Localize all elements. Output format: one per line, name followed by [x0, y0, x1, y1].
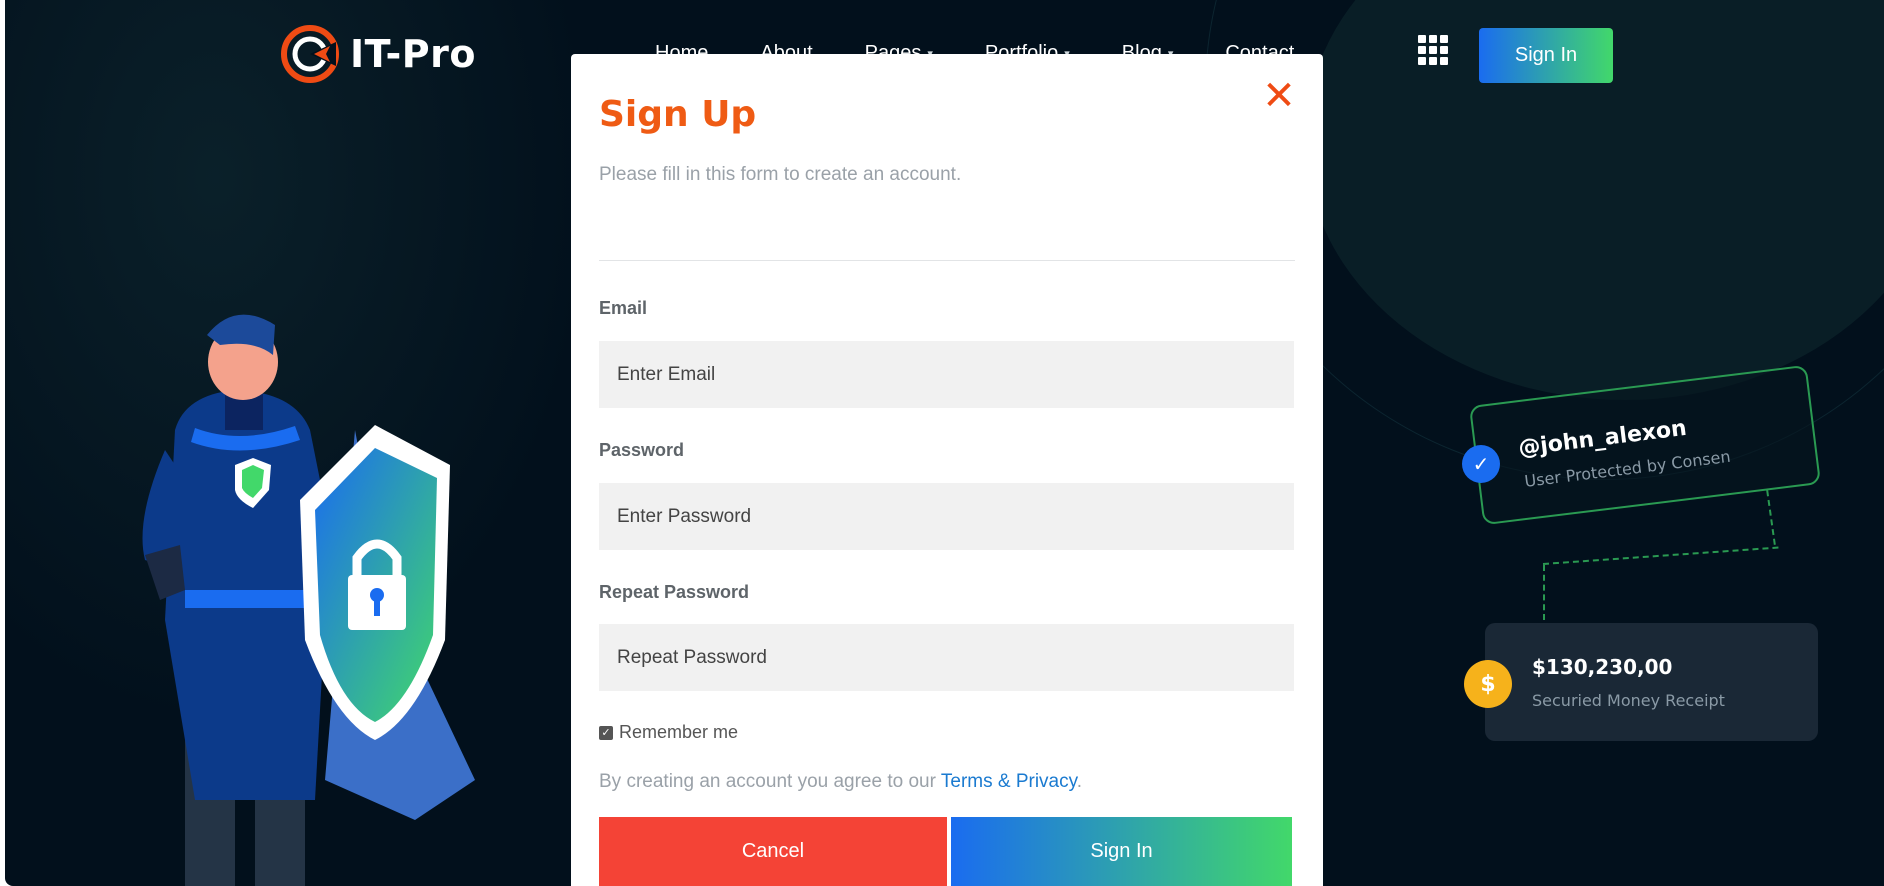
dollar-icon: $ — [1464, 660, 1512, 708]
modal-title: Sign Up — [599, 94, 757, 135]
brand-logo[interactable]: IT-Pro — [280, 24, 476, 84]
logo-icon — [281, 25, 339, 83]
superhero-shield-illustration — [142, 314, 475, 886]
grid-icon[interactable] — [1418, 35, 1448, 65]
remember-me-label: Remember me — [619, 722, 739, 742]
password-label: Password — [599, 440, 685, 460]
close-icon[interactable]: ✕ — [1261, 76, 1297, 116]
connector-line — [1766, 490, 1776, 545]
checkbox-checked-icon[interactable]: ✓ — [599, 725, 613, 740]
repeat-password-field[interactable] — [599, 624, 1294, 691]
email-label: Email — [599, 298, 648, 318]
terms-privacy-link[interactable]: Terms & Privacy — [941, 771, 1077, 792]
brand-name: IT-Pro — [350, 32, 476, 76]
header-signin-button[interactable]: Sign In — [1479, 28, 1613, 83]
money-receipt-card: $130,230,00 Securied Money Receipt — [1485, 623, 1818, 741]
email-field[interactable] — [599, 341, 1294, 408]
repeat-password-label: Repeat Password — [599, 582, 750, 602]
remember-me-checkbox[interactable]: ✓ Remember me — [599, 722, 738, 743]
signin-button[interactable]: Sign In — [951, 817, 1292, 886]
modal-subtitle: Please fill in this form to create an ac… — [599, 164, 962, 185]
check-icon: ✓ — [1462, 445, 1500, 483]
agreement-prefix: By creating an account you agree to our — [599, 771, 941, 792]
password-field[interactable] — [599, 483, 1294, 550]
divider — [599, 260, 1295, 261]
agreement-suffix: . — [1076, 771, 1082, 792]
money-card-subtitle: Securied Money Receipt — [1532, 691, 1725, 710]
connector-line — [1543, 565, 1545, 620]
cancel-button[interactable]: Cancel — [599, 817, 947, 886]
terms-agreement: By creating an account you agree to our … — [599, 771, 1082, 793]
connector-line — [1542, 546, 1779, 565]
signup-modal: ✕ Sign Up Please fill in this form to cr… — [571, 54, 1323, 886]
money-amount: $130,230,00 — [1532, 655, 1673, 679]
